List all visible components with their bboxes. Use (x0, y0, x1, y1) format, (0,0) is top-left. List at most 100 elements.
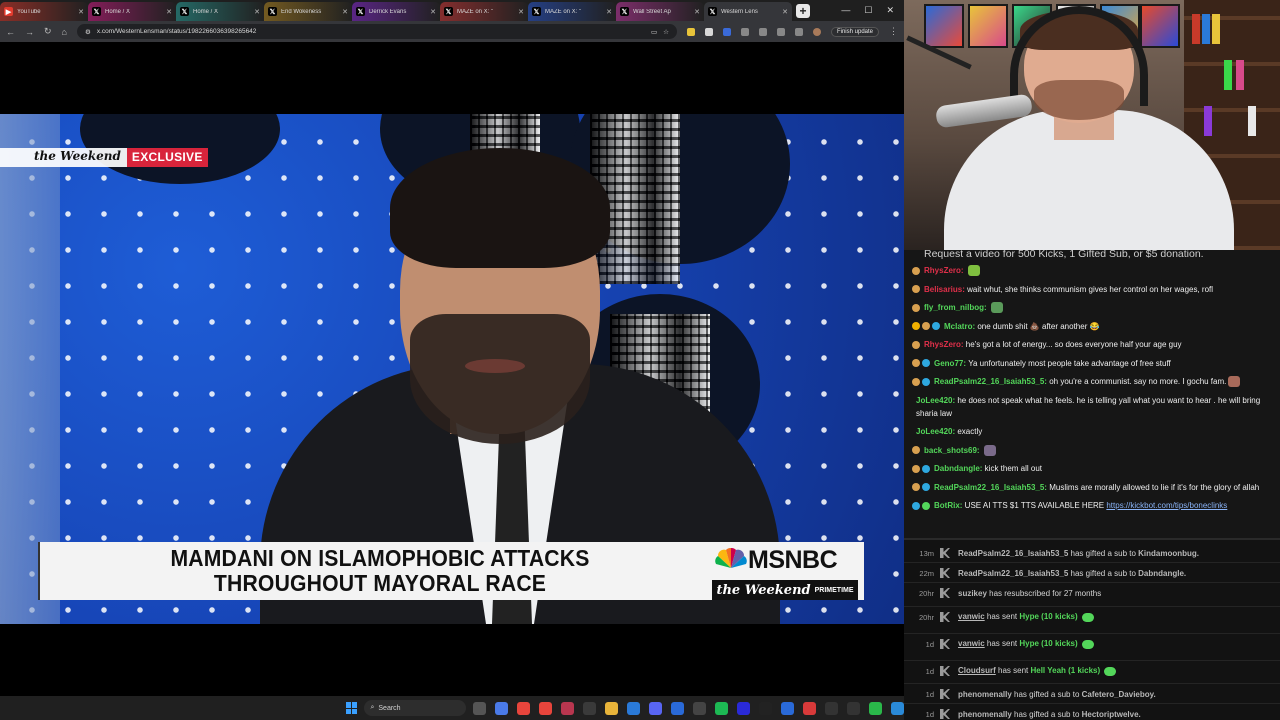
site-info-icon[interactable]: ⚙ (85, 28, 91, 36)
close-tab-icon[interactable]: ✕ (782, 8, 788, 16)
minimize-icon[interactable]: — (841, 5, 850, 16)
bookmark-star-icon[interactable]: ☆ (663, 28, 669, 36)
obs-icon[interactable] (759, 701, 772, 715)
cast-icon[interactable]: ▭ (651, 28, 657, 36)
home-icon[interactable]: ⌂ (62, 27, 67, 37)
maximize-icon[interactable]: ☐ (864, 5, 872, 16)
chat-link[interactable]: https://kickbot.com/tips/boneclinks (1106, 501, 1227, 510)
chat-username[interactable]: RhysZero: (924, 266, 966, 275)
app-icon[interactable] (693, 701, 706, 715)
chat-message: Mclatro: one dumb shit 💩 after another 😂 (912, 320, 1274, 333)
browser-tab[interactable]: 𝕏 Home / X ✕ (88, 2, 176, 21)
extension-icon[interactable] (740, 27, 749, 36)
close-tab-icon[interactable]: ✕ (518, 8, 524, 16)
chat-username[interactable]: JoLee420: (916, 427, 957, 436)
event-row: 1d phenomenally has gifted a sub to Hecto… (904, 707, 1280, 720)
video-player[interactable]: the Weekend EXCLUSIVE MAMDANI ON ISLAMOP… (0, 114, 904, 624)
reload-icon[interactable]: ↻ (44, 26, 52, 37)
url-bar[interactable]: ⚙ x.com/WesternLensman/status/1982266036… (76, 24, 677, 39)
windows-start-icon[interactable] (346, 702, 358, 714)
chat-username[interactable]: ReadPsalm22_16_Isaiah53_5: (934, 483, 1049, 492)
browser-tab[interactable]: 𝕏 MAZE on X: " ✕ (528, 2, 616, 21)
event-target[interactable]: Hectoriptwelve. (1082, 710, 1141, 719)
event-username[interactable]: Cloudsurf (958, 666, 996, 675)
event-action: has gifted a sub to (1068, 548, 1139, 558)
browser-tab[interactable]: ▶ YouTube ✕ (0, 2, 88, 21)
event-username[interactable]: vanwic (958, 612, 985, 621)
event-target[interactable]: Cafetero_Davieboy. (1082, 690, 1156, 699)
browser-tab[interactable]: 𝕏 MAZE on X: " ✕ (440, 2, 528, 21)
event-text: suzikey has resubscribed for 27 months (958, 589, 1101, 598)
sidebar-icon[interactable] (776, 27, 785, 36)
chat-username[interactable]: JoLee420: (916, 396, 957, 405)
spotify-icon[interactable] (715, 701, 728, 715)
event-username[interactable]: ReadPsalm22_16_Isaiah53_5 (958, 549, 1068, 558)
chat-username[interactable]: fly_from_nilbog: (924, 303, 989, 312)
x-icon: 𝕏 (708, 7, 717, 16)
chat-username[interactable]: Mclatro: (944, 322, 977, 331)
app-icon[interactable] (825, 701, 838, 715)
close-tab-icon[interactable]: ✕ (342, 8, 348, 16)
app-icon[interactable] (847, 701, 860, 715)
browser-tab[interactable]: 𝕏 Wall Street Ap ✕ (616, 2, 704, 21)
book (1236, 60, 1244, 90)
forward-icon[interactable]: → (25, 27, 34, 37)
app-icon[interactable] (869, 701, 882, 715)
app-icon[interactable] (627, 701, 640, 715)
browser-tab[interactable]: 𝕏 Western Lens ✕ (704, 2, 792, 21)
chrome-icon[interactable] (539, 701, 552, 715)
event-username[interactable]: vanwic (958, 639, 985, 648)
finish-update-button[interactable]: Finish update (830, 26, 879, 37)
close-window-icon[interactable]: ✕ (886, 5, 894, 16)
chat-username[interactable]: Geno77: (934, 359, 968, 368)
profile-avatar[interactable] (812, 27, 821, 36)
browser-tab[interactable]: 𝕏 End Wokeness ✕ (264, 2, 352, 21)
terminal-icon[interactable] (583, 701, 596, 715)
extensions-puzzle-icon[interactable] (758, 27, 767, 36)
app-icon[interactable] (781, 701, 794, 715)
taskbar-search[interactable]: ⌕ Search (364, 700, 466, 716)
extension-icon[interactable] (686, 27, 695, 36)
close-tab-icon[interactable]: ✕ (78, 8, 84, 16)
chat-username[interactable]: back_shots69: (924, 446, 982, 455)
event-target[interactable]: Kindamoonbug. (1138, 549, 1199, 558)
chat-username[interactable]: BotRix: (934, 501, 965, 510)
task-view-icon[interactable] (473, 701, 486, 715)
folder-icon[interactable] (605, 701, 618, 715)
close-tab-icon[interactable]: ✕ (606, 8, 612, 16)
event-username[interactable]: phenomenally (958, 710, 1012, 719)
app-icon[interactable] (803, 701, 816, 715)
app-icon[interactable] (891, 701, 904, 715)
event-username[interactable]: phenomenally (958, 690, 1012, 699)
event-target[interactable]: Dabndangle. (1138, 569, 1186, 578)
copilot-icon[interactable] (495, 701, 508, 715)
search-icon: ⌕ (370, 704, 375, 711)
new-tab-button[interactable]: + (796, 3, 810, 18)
event-username[interactable]: ReadPsalm22_16_Isaiah53_5 (958, 569, 1068, 578)
back-icon[interactable]: ← (6, 27, 15, 37)
close-tab-icon[interactable]: ✕ (694, 8, 700, 16)
extension-icon[interactable] (722, 27, 731, 36)
close-tab-icon[interactable]: ✕ (430, 8, 436, 16)
menu-dots-icon[interactable]: ⋮ (889, 26, 898, 37)
chat-badges (912, 320, 940, 330)
chrome-icon[interactable] (517, 701, 530, 715)
browser-tab[interactable]: 𝕏 Derrick Evans ✕ (352, 2, 440, 21)
close-tab-icon[interactable]: ✕ (254, 8, 260, 16)
discord-icon[interactable] (649, 701, 662, 715)
chat-username[interactable]: ReadPsalm22_16_Isaiah53_5: (934, 377, 1049, 386)
event-username[interactable]: suzikey (958, 589, 987, 598)
app-icon[interactable] (671, 701, 684, 715)
extension-icon[interactable] (704, 27, 713, 36)
chat-message-body: ReadPsalm22_16_Isaiah53_5: Muslims are m… (934, 481, 1274, 494)
chat-username[interactable]: Dabndangle: (934, 464, 985, 473)
app-icon[interactable] (561, 701, 574, 715)
chat-username[interactable]: RhysZero: (924, 340, 966, 349)
chat-username[interactable]: Belisarius: (924, 285, 967, 294)
app-icon[interactable] (737, 701, 750, 715)
browser-tab[interactable]: 𝕏 Home / X ✕ (176, 2, 264, 21)
download-icon[interactable] (794, 27, 803, 36)
kick-icon (940, 709, 950, 719)
badge-icon (912, 266, 920, 275)
close-tab-icon[interactable]: ✕ (166, 8, 172, 16)
